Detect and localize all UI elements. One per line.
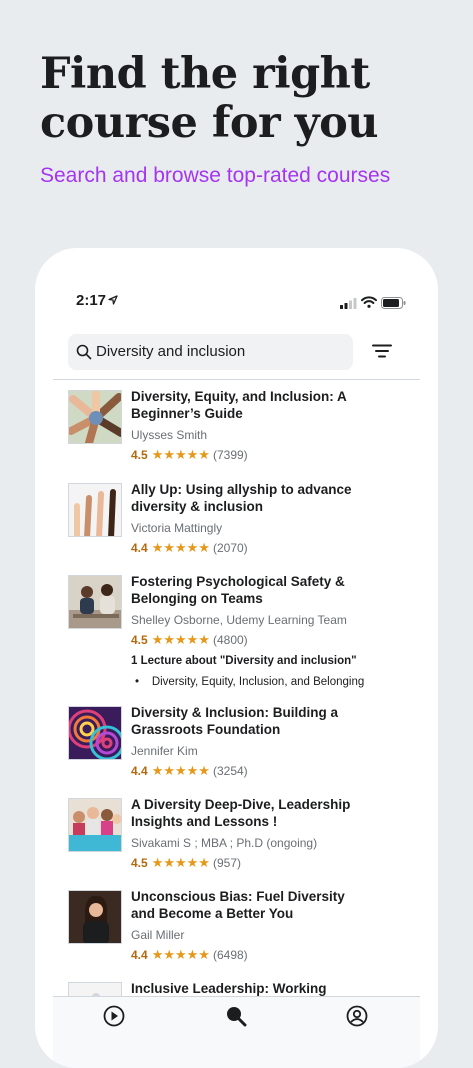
course-author: Victoria Mattingly [131,521,223,535]
status-time: 2:17 [76,292,107,309]
star-rating-icon: ★★★★★ [151,855,210,870]
phone-screen: 2:17 Diversity and inclusion Diversity, … [35,248,438,1068]
review-count: (3254) [212,764,248,778]
course-item[interactable]: Diversity & Inclusion: Building a Grassr… [35,704,438,790]
course-rating: 4.4 ★★★★★ (2070) [131,540,248,556]
star-rating-icon: ★★★★★ [151,632,210,647]
course-rating: 4.5 ★★★★★ (4800) [131,632,248,648]
course-author: Ulysses Smith [131,428,208,442]
search-input[interactable] [96,343,346,360]
battery-icon [381,297,406,309]
rating-value: 4.5 [131,448,148,462]
star-rating-icon: ★★★★★ [151,447,210,462]
course-item[interactable]: Unconscious Bias: Fuel Diversity and Bec… [35,888,438,974]
review-count: (957) [212,856,241,870]
course-title: Fostering Psychological Safety & Belongi… [131,574,345,606]
rating-value: 4.4 [131,764,148,778]
review-count: (2070) [212,541,248,555]
star-rating-icon: ★★★★★ [151,947,210,962]
course-author: Gail Miller [131,928,185,942]
rating-value: 4.4 [131,948,148,962]
course-thumbnail [68,575,122,629]
search-icon [76,344,92,360]
search-bar[interactable] [68,334,353,370]
location-arrow-icon [108,295,118,305]
course-title: Diversity & Inclusion: Building a Grassr… [131,705,339,737]
subheadline: Search and browse top-rated courses [40,164,391,187]
course-thumbnail [68,390,122,444]
rating-value: 4.5 [131,633,148,647]
course-thumbnail [68,706,122,760]
review-count: (7399) [212,448,248,462]
course-thumbnail [68,890,122,944]
course-rating: 4.5 ★★★★★ (7399) [131,447,248,463]
course-author: Sivakami S ; MBA ; Ph.D (ongoing) [131,836,318,850]
course-item[interactable]: Fostering Psychological Safety & Belongi… [35,573,438,698]
lecture-match-label: Diversity, Equity, Inclusion, and Belong… [151,676,365,688]
course-title: Diversity, Equity, and Inclusion: A Begi… [131,389,347,421]
star-rating-icon: ★★★★★ [151,540,210,555]
filter-icon[interactable] [372,344,392,358]
search-divider [53,379,420,380]
course-thumbnail [68,798,122,852]
status-bar: 2:17 [35,292,438,316]
course-title: A Diversity Deep-Dive, Leadership Insigh… [131,797,351,829]
star-rating-icon: ★★★★★ [151,763,210,778]
lecture-match-heading: 1 Lecture about "Diversity and inclusion… [131,655,357,667]
lecture-match-item[interactable]: • Diversity, Equity, Inclusion, and Belo… [135,676,364,688]
headline-line-1: Find the right [40,49,370,99]
rating-value: 4.4 [131,541,148,555]
course-thumbnail [68,483,122,537]
review-count: (6498) [212,948,248,962]
headline-line-2: course for you [40,98,379,148]
course-author: Shelley Osborne, Udemy Learning Team [131,613,347,627]
course-rating: 4.4 ★★★★★ (3254) [131,763,248,779]
course-title: Ally Up: Using allyship to advance diver… [131,482,352,514]
rating-value: 4.5 [131,856,148,870]
course-item[interactable]: A Diversity Deep-Dive, Leadership Insigh… [35,796,438,882]
wifi-icon [361,296,377,308]
cellular-signal-icon [340,298,357,309]
course-author: Jennifer Kim [131,744,198,758]
review-count: (4800) [212,633,248,647]
course-rating: 4.4 ★★★★★ (6498) [131,947,248,963]
bottom-tab-bar [53,996,420,1068]
course-item[interactable]: Ally Up: Using allyship to advance diver… [35,481,438,567]
course-title: Unconscious Bias: Fuel Diversity and Bec… [131,889,345,921]
headline: Find the right course for you [40,49,379,148]
course-rating: 4.5 ★★★★★ (957) [131,855,241,871]
course-item[interactable]: Diversity, Equity, and Inclusion: A Begi… [35,388,438,474]
